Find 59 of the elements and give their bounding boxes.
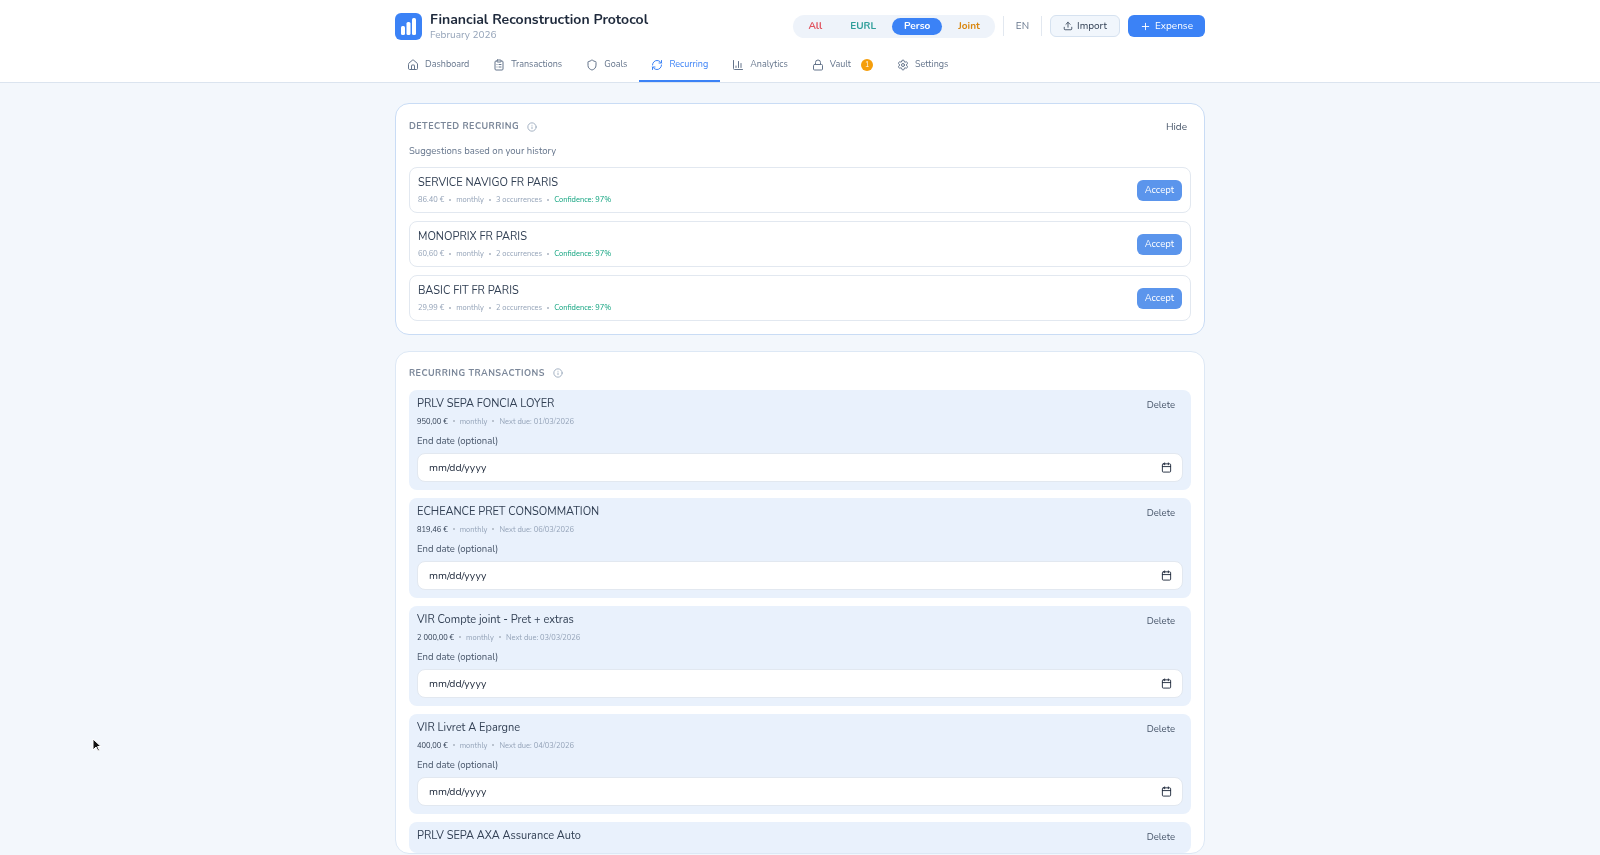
merchant-name: MONOPRIX FR PARIS [418, 228, 528, 246]
section-title: DETECTED RECURRING [409, 120, 520, 134]
merchant-name: SERVICE NAVIGO FR PARIS [418, 174, 560, 192]
accept-button[interactable]: Accept [1136, 179, 1182, 201]
scope-tab[interactable]: EURL [838, 17, 889, 35]
delete-button[interactable]: Delete [1146, 614, 1175, 629]
home-icon [407, 59, 419, 71]
end-date-field[interactable]: mm/dd/yyyy [417, 777, 1183, 807]
nav-tab[interactable]: Recurring [639, 50, 721, 82]
scope-tab[interactable]: Perso [892, 17, 943, 35]
language-button[interactable]: EN [1011, 18, 1034, 34]
delete-button[interactable]: Delete [1146, 398, 1175, 413]
transaction-name: VIR Compte joint - Pret + extras [417, 612, 575, 629]
add-expense-button[interactable]: Expense [1127, 15, 1205, 37]
mouse-pointer-icon [92, 738, 102, 752]
merchant-name: BASIC FIT FR PARIS [418, 282, 520, 300]
accept-button[interactable]: Accept [1136, 233, 1182, 255]
calendar-icon [1161, 570, 1172, 582]
app-title: Financial Reconstruction Protocol [430, 11, 649, 29]
transaction-name: PRLV SEPA AXA Assurance Auto [417, 828, 581, 845]
upload-icon [1063, 21, 1074, 31]
transaction-name: PRLV SEPA FONCIA LOYER [417, 396, 556, 413]
lock-icon [811, 59, 824, 71]
end-date-field[interactable]: mm/dd/yyyy [417, 669, 1183, 699]
shield-icon [586, 59, 599, 71]
nav-tab[interactable]: Settings [885, 50, 961, 82]
plus-icon [1139, 20, 1151, 32]
field-label: End date (optional) [417, 542, 500, 557]
delete-button[interactable]: Delete [1146, 722, 1175, 737]
field-label: End date (optional) [417, 650, 500, 665]
accept-button[interactable]: Accept [1136, 287, 1182, 309]
logo-icon [395, 12, 422, 40]
end-date-field[interactable]: mm/dd/yyyy [417, 561, 1183, 591]
nav-tab[interactable]: Dashboard [395, 50, 482, 82]
end-date-field[interactable]: mm/dd/yyyy [417, 453, 1183, 483]
nav-tab[interactable]: Analytics [720, 50, 800, 82]
settings-icon [897, 59, 909, 71]
info-icon [552, 368, 563, 379]
section-title: RECURRING TRANSACTIONS [409, 366, 545, 380]
info-icon [527, 122, 538, 132]
section-subtitle: Suggestions based on your history [409, 144, 557, 159]
refresh-icon [651, 59, 664, 71]
nav-tab[interactable]: Transactions [481, 50, 575, 82]
transaction-name: ECHEANCE PRET CONSOMMATION [417, 504, 600, 521]
nav-tab[interactable]: Goals [574, 50, 640, 82]
clipboard-icon [493, 59, 506, 71]
hide-button[interactable]: Hide [1165, 119, 1187, 135]
bar-chart-icon [732, 59, 745, 71]
calendar-icon [1161, 786, 1172, 798]
delete-button[interactable]: Delete [1146, 830, 1175, 845]
scope-tab[interactable]: All [796, 17, 835, 35]
transaction-name: VIR Livret A Epargne [417, 720, 522, 737]
period-label: February 2026 [430, 28, 498, 41]
calendar-icon [1161, 462, 1172, 474]
calendar-icon [1161, 678, 1172, 690]
field-label: End date (optional) [417, 434, 500, 449]
import-button[interactable]: Import [1050, 15, 1120, 37]
field-label: End date (optional) [417, 758, 500, 773]
delete-button[interactable]: Delete [1146, 506, 1175, 521]
